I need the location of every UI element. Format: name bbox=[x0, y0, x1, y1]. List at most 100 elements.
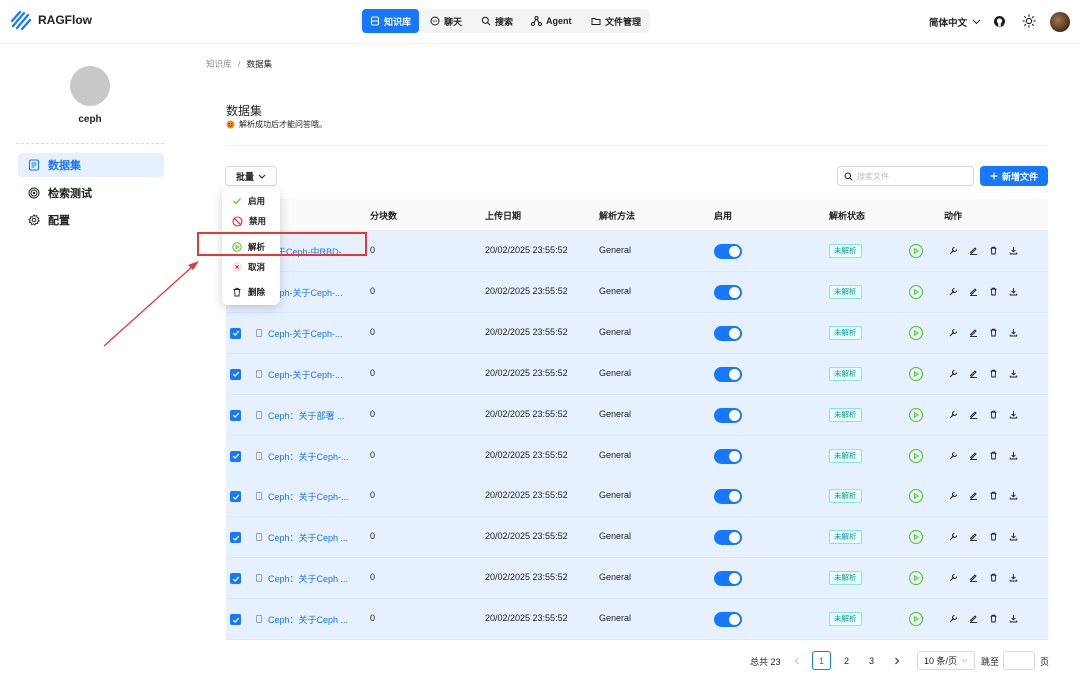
bulk-actions-button[interactable]: 批量 bbox=[225, 166, 277, 186]
sidebar-item-config[interactable]: 配置 bbox=[18, 208, 164, 232]
delete-icon[interactable] bbox=[989, 532, 998, 541]
tool-icon[interactable] bbox=[949, 451, 958, 460]
edit-icon[interactable] bbox=[969, 410, 978, 419]
nav-chat[interactable]: 聊天 bbox=[430, 9, 462, 33]
language-select[interactable]: 简体中文 bbox=[929, 15, 981, 29]
edit-icon[interactable] bbox=[969, 328, 978, 337]
enable-switch[interactable] bbox=[714, 244, 742, 259]
delete-icon[interactable] bbox=[989, 410, 998, 419]
search-input[interactable] bbox=[857, 171, 967, 181]
file-name-link[interactable]: Ceph：关于Ceph-... bbox=[268, 490, 349, 503]
file-name-link[interactable]: Ceph：关于Ceph ... bbox=[268, 572, 348, 585]
tool-icon[interactable] bbox=[949, 491, 958, 500]
download-icon[interactable] bbox=[1009, 246, 1018, 255]
run-parse-button[interactable] bbox=[909, 407, 923, 422]
run-parse-button[interactable] bbox=[909, 448, 923, 463]
enable-switch[interactable] bbox=[714, 325, 742, 341]
menu-item-disable[interactable]: 禁用 bbox=[222, 210, 280, 232]
row-checkbox[interactable] bbox=[230, 409, 241, 421]
tool-icon[interactable] bbox=[949, 369, 958, 378]
download-icon[interactable] bbox=[1009, 532, 1018, 541]
run-parse-button[interactable] bbox=[909, 366, 923, 381]
enable-switch[interactable] bbox=[714, 448, 742, 464]
menu-item-delete[interactable]: 删除 bbox=[222, 281, 280, 303]
edit-icon[interactable] bbox=[969, 369, 978, 378]
enable-switch[interactable] bbox=[714, 530, 742, 546]
run-parse-button[interactable] bbox=[909, 571, 923, 586]
enable-switch[interactable] bbox=[714, 571, 742, 587]
menu-item-enable[interactable]: 启用 bbox=[222, 190, 280, 212]
file-name-link[interactable]: Ceph：关于部署 ... bbox=[268, 409, 345, 422]
enable-switch[interactable] bbox=[714, 284, 742, 300]
tool-icon[interactable] bbox=[949, 532, 958, 541]
page-button-3[interactable]: 3 bbox=[862, 651, 881, 670]
delete-icon[interactable] bbox=[989, 451, 998, 460]
download-icon[interactable] bbox=[1009, 451, 1018, 460]
page-button-2[interactable]: 2 bbox=[837, 651, 856, 670]
sidebar-item-dataset[interactable]: 数据集 bbox=[18, 153, 164, 177]
file-name-link[interactable]: Ceph-关于Ceph-... bbox=[268, 368, 343, 381]
row-checkbox[interactable] bbox=[230, 614, 241, 626]
edit-icon[interactable] bbox=[969, 287, 978, 296]
user-avatar[interactable] bbox=[1050, 12, 1070, 32]
download-icon[interactable] bbox=[1009, 491, 1018, 500]
edit-icon[interactable] bbox=[969, 491, 978, 501]
breadcrumb-root[interactable]: 知识库 bbox=[206, 59, 232, 69]
nav-search[interactable]: 搜索 bbox=[481, 9, 513, 33]
enable-switch[interactable] bbox=[714, 407, 742, 423]
tool-icon[interactable] bbox=[949, 328, 958, 337]
download-icon[interactable] bbox=[1009, 287, 1018, 296]
delete-icon[interactable] bbox=[989, 287, 998, 296]
tool-icon[interactable] bbox=[949, 287, 958, 296]
run-parse-button[interactable] bbox=[909, 244, 923, 258]
nav-agent[interactable]: Agent bbox=[531, 9, 572, 33]
enable-switch[interactable] bbox=[714, 489, 742, 505]
row-checkbox[interactable] bbox=[230, 491, 241, 503]
tool-icon[interactable] bbox=[949, 246, 958, 255]
download-icon[interactable] bbox=[1009, 369, 1018, 378]
file-name-link[interactable]: Ceph：关于Ceph ... bbox=[268, 613, 348, 626]
jump-page-input[interactable] bbox=[1003, 651, 1035, 670]
file-search[interactable] bbox=[837, 166, 974, 186]
theme-toggle-icon[interactable] bbox=[1022, 14, 1036, 28]
download-icon[interactable] bbox=[1009, 614, 1018, 623]
download-icon[interactable] bbox=[1009, 410, 1018, 419]
menu-item-cancel[interactable]: 取消 bbox=[222, 256, 280, 278]
row-checkbox[interactable] bbox=[230, 573, 241, 585]
run-parse-button[interactable] bbox=[909, 530, 923, 545]
delete-icon[interactable] bbox=[989, 369, 998, 378]
row-checkbox[interactable] bbox=[230, 368, 241, 380]
tool-icon[interactable] bbox=[949, 573, 958, 582]
row-checkbox[interactable] bbox=[230, 327, 241, 339]
github-icon[interactable] bbox=[993, 15, 1006, 28]
edit-icon[interactable] bbox=[969, 246, 978, 255]
edit-icon[interactable] bbox=[969, 532, 978, 542]
row-checkbox[interactable] bbox=[230, 450, 241, 462]
file-name-link[interactable]: Ceph：关于Ceph ... bbox=[268, 531, 348, 544]
edit-icon[interactable] bbox=[969, 451, 978, 460]
nav-file-management[interactable]: 文件管理 bbox=[591, 9, 641, 33]
delete-icon[interactable] bbox=[989, 614, 998, 623]
page-button-1[interactable]: 1 bbox=[812, 651, 831, 670]
tool-icon[interactable] bbox=[949, 410, 958, 419]
nav-knowledge-base[interactable]: 知识库 bbox=[362, 9, 420, 33]
edit-icon[interactable] bbox=[969, 573, 978, 583]
page-size-select[interactable]: 10 条/页 bbox=[917, 651, 975, 670]
delete-icon[interactable] bbox=[989, 573, 998, 582]
file-name-link[interactable]: Ceph-关于Ceph-... bbox=[268, 327, 343, 340]
tool-icon[interactable] bbox=[949, 614, 958, 623]
download-icon[interactable] bbox=[1009, 573, 1018, 582]
run-parse-button[interactable] bbox=[909, 612, 923, 627]
delete-icon[interactable] bbox=[989, 328, 998, 337]
delete-icon[interactable] bbox=[989, 246, 998, 255]
prev-page-button[interactable] bbox=[787, 651, 806, 670]
enable-switch[interactable] bbox=[714, 612, 742, 628]
file-name-link[interactable]: Ceph：关于Ceph-... bbox=[268, 450, 349, 463]
enable-switch[interactable] bbox=[714, 366, 742, 382]
sidebar-item-retrieval-test[interactable]: 检索测试 bbox=[18, 181, 164, 205]
next-page-button[interactable] bbox=[887, 651, 906, 670]
download-icon[interactable] bbox=[1009, 328, 1018, 337]
run-parse-button[interactable] bbox=[909, 284, 923, 299]
row-checkbox[interactable] bbox=[230, 532, 241, 544]
run-parse-button[interactable] bbox=[909, 325, 923, 340]
